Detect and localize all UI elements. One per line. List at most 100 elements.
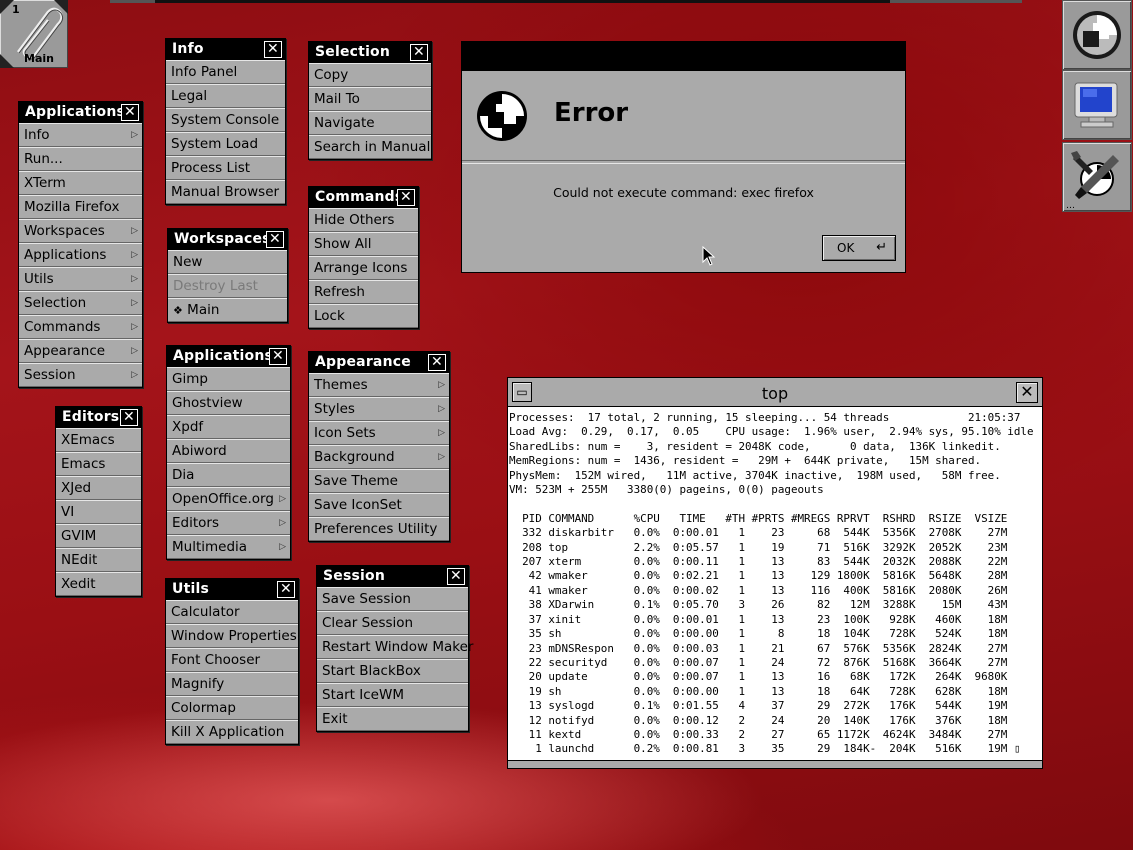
- menu-item-xterm[interactable]: XTerm: [19, 171, 142, 195]
- close-icon[interactable]: ✕: [264, 41, 282, 58]
- menu-item-new-workspace[interactable]: New: [168, 250, 287, 274]
- menu-item-dia[interactable]: Dia: [167, 463, 290, 487]
- terminal-resize-bar[interactable]: [508, 760, 1042, 768]
- dock-app-display[interactable]: [1062, 70, 1132, 140]
- menu-item-font-chooser[interactable]: Font Chooser: [166, 648, 298, 672]
- menu-item-mail-to[interactable]: Mail To: [309, 87, 431, 111]
- menu-item-manual-browser[interactable]: Manual Browser: [166, 180, 285, 204]
- menu-item-gvim[interactable]: GVIM: [56, 524, 141, 548]
- return-key-icon: ↵: [876, 240, 887, 255]
- appearance-menu-title[interactable]: Appearance ✕: [309, 352, 449, 373]
- close-icon[interactable]: ✕: [397, 189, 415, 206]
- submenu-arrow-icon: ▷: [131, 346, 138, 356]
- menu-item-refresh[interactable]: Refresh: [309, 280, 418, 304]
- submenu-arrow-icon: ▷: [279, 494, 286, 504]
- menu-item-icon-sets[interactable]: Icon Sets ▷: [309, 421, 449, 445]
- submenu-arrow-icon: ▷: [438, 404, 445, 414]
- applications-menu-title[interactable]: Applications ✕: [167, 346, 290, 367]
- menu-item-xedit[interactable]: Xedit: [56, 572, 141, 596]
- menu-item-gimp[interactable]: Gimp: [167, 367, 290, 391]
- menu-item-info[interactable]: Info ▷: [19, 123, 142, 147]
- menu-item-vi[interactable]: VI: [56, 500, 141, 524]
- menu-item-legal[interactable]: Legal: [166, 84, 285, 108]
- menu-item-save-session[interactable]: Save Session: [317, 587, 468, 611]
- menu-item-emacs[interactable]: Emacs: [56, 452, 141, 476]
- close-icon[interactable]: ✕: [447, 568, 465, 585]
- menu-item-start-icewm[interactable]: Start IceWM: [317, 683, 468, 707]
- menu-item-window-properties[interactable]: Window Properties: [166, 624, 298, 648]
- menu-item-appearance[interactable]: Appearance ▷: [19, 339, 142, 363]
- dock-app-preferences[interactable]: …: [1062, 142, 1132, 212]
- selection-menu-title[interactable]: Selection ✕: [309, 42, 431, 63]
- session-menu-title[interactable]: Session ✕: [317, 566, 468, 587]
- editors-menu-title[interactable]: Editors ✕: [56, 407, 141, 428]
- menu-item-navigate[interactable]: Navigate: [309, 111, 431, 135]
- menu-item-editors[interactable]: Editors ▷: [167, 511, 290, 535]
- menu-item-clear-session[interactable]: Clear Session: [317, 611, 468, 635]
- error-dialog-titlebar[interactable]: [462, 42, 905, 71]
- menu-item-xemacs[interactable]: XEmacs: [56, 428, 141, 452]
- close-icon[interactable]: ✕: [266, 231, 284, 248]
- menu-item-save-iconset[interactable]: Save IconSet: [309, 493, 449, 517]
- workspaces-menu-title[interactable]: Workspaces ✕: [168, 229, 287, 250]
- dialog-message: Could not execute command: exec firefox: [553, 185, 814, 200]
- menu-item-exit[interactable]: Exit: [317, 707, 468, 731]
- close-icon[interactable]: ✕: [269, 348, 287, 365]
- menu-item-start-blackbox[interactable]: Start BlackBox: [317, 659, 468, 683]
- menu-item-magnify[interactable]: Magnify: [166, 672, 298, 696]
- menu-item-themes[interactable]: Themes ▷: [309, 373, 449, 397]
- menu-item-workspaces[interactable]: Workspaces ▷: [19, 219, 142, 243]
- menu-item-copy[interactable]: Copy: [309, 63, 431, 87]
- menu-item-selection[interactable]: Selection ▷: [19, 291, 142, 315]
- close-icon[interactable]: ✕: [277, 581, 295, 598]
- menu-item-process-list[interactable]: Process List: [166, 156, 285, 180]
- menu-item-calculator[interactable]: Calculator: [166, 600, 298, 624]
- close-icon[interactable]: ✕: [120, 409, 138, 426]
- menu-item-xjed[interactable]: XJed: [56, 476, 141, 500]
- close-icon[interactable]: ✕: [1016, 382, 1038, 403]
- menu-item-colormap[interactable]: Colormap: [166, 696, 298, 720]
- menu-item-info-panel[interactable]: Info Panel: [166, 60, 285, 84]
- utils-menu-title-text: Utils: [172, 581, 209, 597]
- workspace-clip[interactable]: 1 Main: [0, 0, 68, 68]
- menu-item-system-load[interactable]: System Load: [166, 132, 285, 156]
- menu-item-workspace-main[interactable]: ❖ Main: [168, 298, 287, 322]
- utils-menu: Utils ✕ Calculator Window Properties Font…: [165, 578, 299, 745]
- close-icon[interactable]: ✕: [410, 44, 428, 61]
- menu-item-lock[interactable]: Lock: [309, 304, 418, 328]
- root-applications-menu-title[interactable]: Applications ✕: [19, 102, 142, 123]
- utils-menu-title[interactable]: Utils ✕: [166, 579, 298, 600]
- terminal-titlebar[interactable]: ▭ top ✕: [508, 378, 1042, 407]
- dock-app-windowmaker[interactable]: [1062, 0, 1132, 70]
- menu-item-nedit[interactable]: NEdit: [56, 548, 141, 572]
- menu-item-multimedia[interactable]: Multimedia ▷: [167, 535, 290, 559]
- menu-item-abiword[interactable]: Abiword: [167, 439, 290, 463]
- menu-item-kill-x-application[interactable]: Kill X Application: [166, 720, 298, 744]
- menu-item-session[interactable]: Session ▷: [19, 363, 142, 387]
- menu-item-commands[interactable]: Commands ▷: [19, 315, 142, 339]
- menu-item-arrange-icons[interactable]: Arrange Icons: [309, 256, 418, 280]
- menu-item-openoffice[interactable]: OpenOffice.org ▷: [167, 487, 290, 511]
- menu-item-utils[interactable]: Utils ▷: [19, 267, 142, 291]
- menu-item-applications[interactable]: Applications ▷: [19, 243, 142, 267]
- menu-item-system-console[interactable]: System Console: [166, 108, 285, 132]
- menu-item-label: Icon Sets: [314, 425, 376, 441]
- close-icon[interactable]: ✕: [428, 354, 446, 371]
- menu-item-run[interactable]: Run...: [19, 147, 142, 171]
- menu-item-xpdf[interactable]: Xpdf: [167, 415, 290, 439]
- menu-item-search-in-manual[interactable]: Search in Manual: [309, 135, 431, 159]
- menu-item-save-theme[interactable]: Save Theme: [309, 469, 449, 493]
- close-icon[interactable]: ✕: [121, 104, 139, 121]
- commands-menu-title[interactable]: Commands ✕: [309, 187, 418, 208]
- menu-item-preferences-utility[interactable]: Preferences Utility: [309, 517, 449, 541]
- menu-item-show-all[interactable]: Show All: [309, 232, 418, 256]
- menu-item-hide-others[interactable]: Hide Others: [309, 208, 418, 232]
- menu-item-ghostview[interactable]: Ghostview: [167, 391, 290, 415]
- menu-item-restart-window-maker[interactable]: Restart Window Maker: [317, 635, 473, 659]
- menu-item-styles[interactable]: Styles ▷: [309, 397, 449, 421]
- terminal-output[interactable]: Processes: 17 total, 2 running, 15 sleep…: [508, 407, 1042, 761]
- menu-item-mozilla-firefox[interactable]: Mozilla Firefox: [19, 195, 142, 219]
- ok-button[interactable]: OK ↵: [822, 235, 896, 261]
- info-menu-title[interactable]: Info ✕: [166, 39, 285, 60]
- menu-item-background[interactable]: Background ▷: [309, 445, 449, 469]
